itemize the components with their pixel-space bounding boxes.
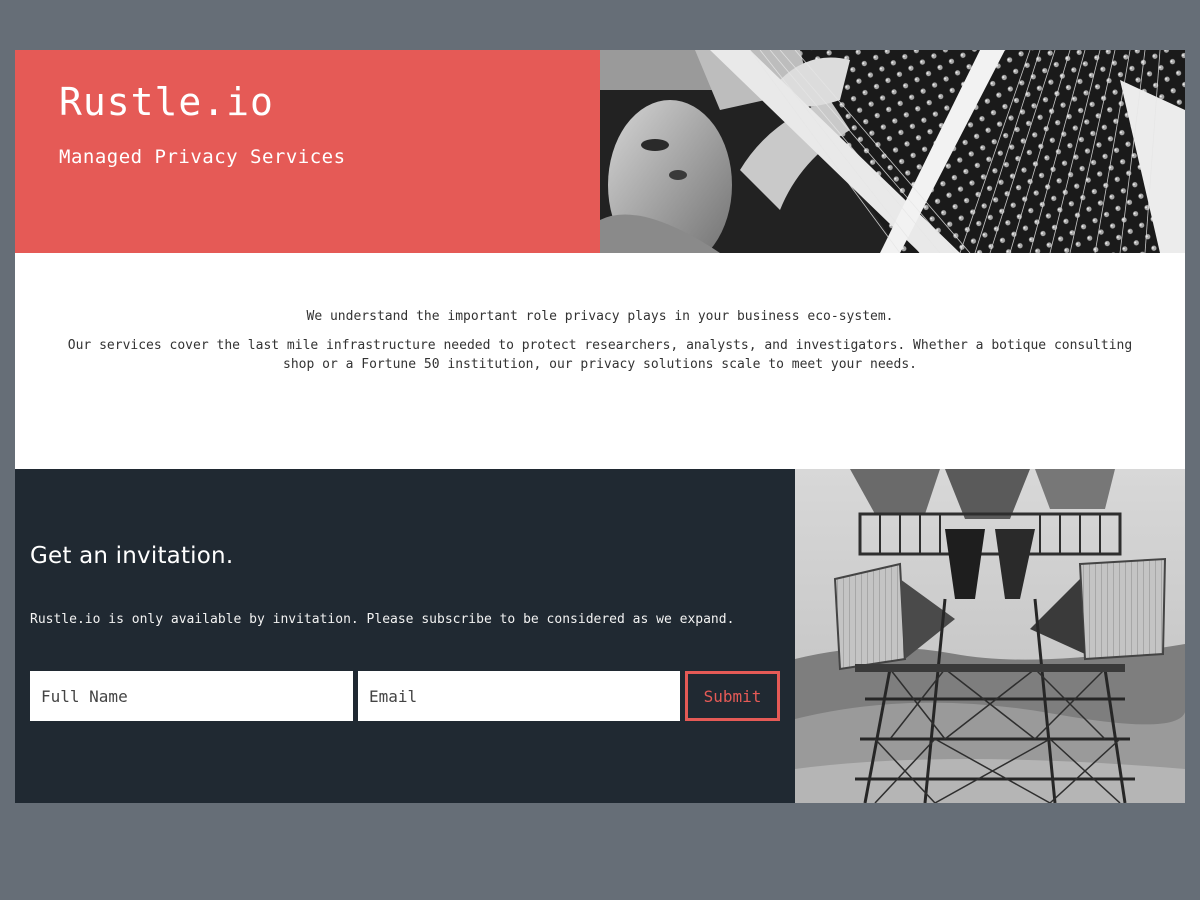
email-input[interactable] — [358, 671, 680, 721]
invite-heading: Get an invitation. — [30, 543, 234, 569]
radio-tower-photo-icon — [795, 469, 1185, 803]
brand-title: Rustle.io — [59, 80, 274, 124]
brand-tagline: Managed Privacy Services — [59, 146, 346, 168]
submit-button[interactable]: Submit — [685, 671, 780, 721]
technician-wiring-photo-icon — [600, 50, 1185, 253]
invite-section: Get an invitation. Rustle.io is only ava… — [15, 469, 1185, 803]
hero-photo — [600, 50, 1185, 253]
intro-section: We understand the important role privacy… — [15, 253, 1185, 469]
page-container: Rustle.io Managed Privacy Services We un… — [15, 50, 1185, 803]
invite-form: Submit — [30, 671, 780, 721]
invite-photo — [795, 469, 1185, 803]
hero-section: Rustle.io Managed Privacy Services — [15, 50, 1185, 253]
intro-line-2: Our services cover the last mile infrast… — [67, 338, 1133, 372]
full-name-input[interactable] — [30, 671, 353, 721]
brand-panel: Rustle.io Managed Privacy Services — [15, 50, 600, 253]
invite-description: Rustle.io is only available by invitatio… — [30, 612, 735, 627]
intro-line-1: We understand the important role privacy… — [306, 309, 894, 324]
invite-panel: Get an invitation. Rustle.io is only ava… — [15, 469, 795, 803]
